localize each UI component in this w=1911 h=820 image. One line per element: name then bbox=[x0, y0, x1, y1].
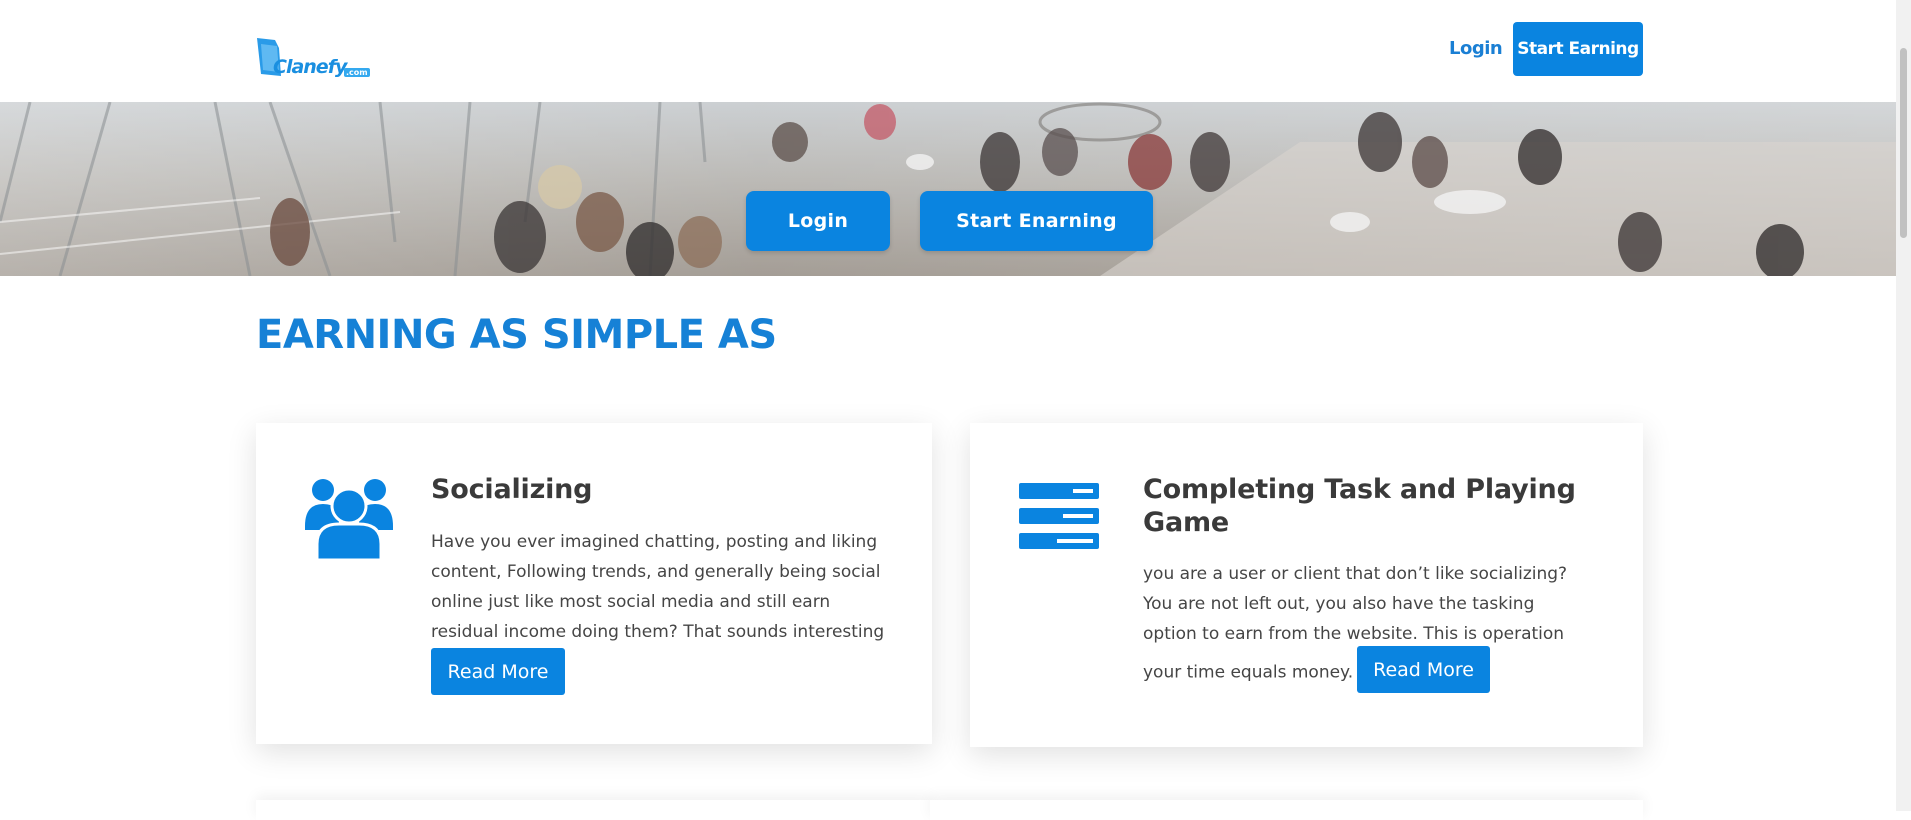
hero-start-earning-button[interactable]: Start Enarning bbox=[920, 191, 1153, 251]
list-icon bbox=[1019, 483, 1099, 549]
next-card-peek bbox=[256, 800, 932, 820]
read-more-button[interactable]: Read More bbox=[1357, 646, 1490, 693]
next-card-peek bbox=[930, 800, 1643, 820]
users-icon bbox=[305, 479, 393, 560]
section-title: EARNING AS SIMPLE AS bbox=[256, 312, 777, 358]
hero-banner: Login Start Enarning bbox=[0, 102, 1896, 276]
feature-card-socializing: Socializing Have you ever imagined chatt… bbox=[256, 423, 932, 744]
feature-card-tasks: Completing Task and Playing Game you are… bbox=[970, 423, 1643, 747]
card-title: Socializing bbox=[431, 474, 593, 505]
page-scrollbar[interactable] bbox=[1896, 0, 1911, 811]
logo-text: Clanefy bbox=[273, 56, 347, 78]
read-more-button[interactable]: Read More bbox=[431, 648, 565, 695]
card-title: Completing Task and Playing Game bbox=[1143, 474, 1576, 538]
card-description-text: you are a user or client that don’t like… bbox=[1143, 564, 1568, 683]
hero-login-button[interactable]: Login bbox=[746, 191, 890, 251]
card-description: you are a user or client that don’t like… bbox=[1143, 559, 1593, 696]
nav-start-earning-button[interactable]: Start Earning bbox=[1513, 22, 1643, 76]
logo-suffix: .com bbox=[344, 68, 370, 77]
clanefy-logo[interactable]: Clanefy .com bbox=[255, 36, 370, 82]
scrollbar-thumb[interactable] bbox=[1900, 48, 1907, 238]
site-header: Clanefy .com Login Start Earning bbox=[0, 0, 1896, 103]
nav-login-link[interactable]: Login bbox=[1449, 38, 1503, 59]
